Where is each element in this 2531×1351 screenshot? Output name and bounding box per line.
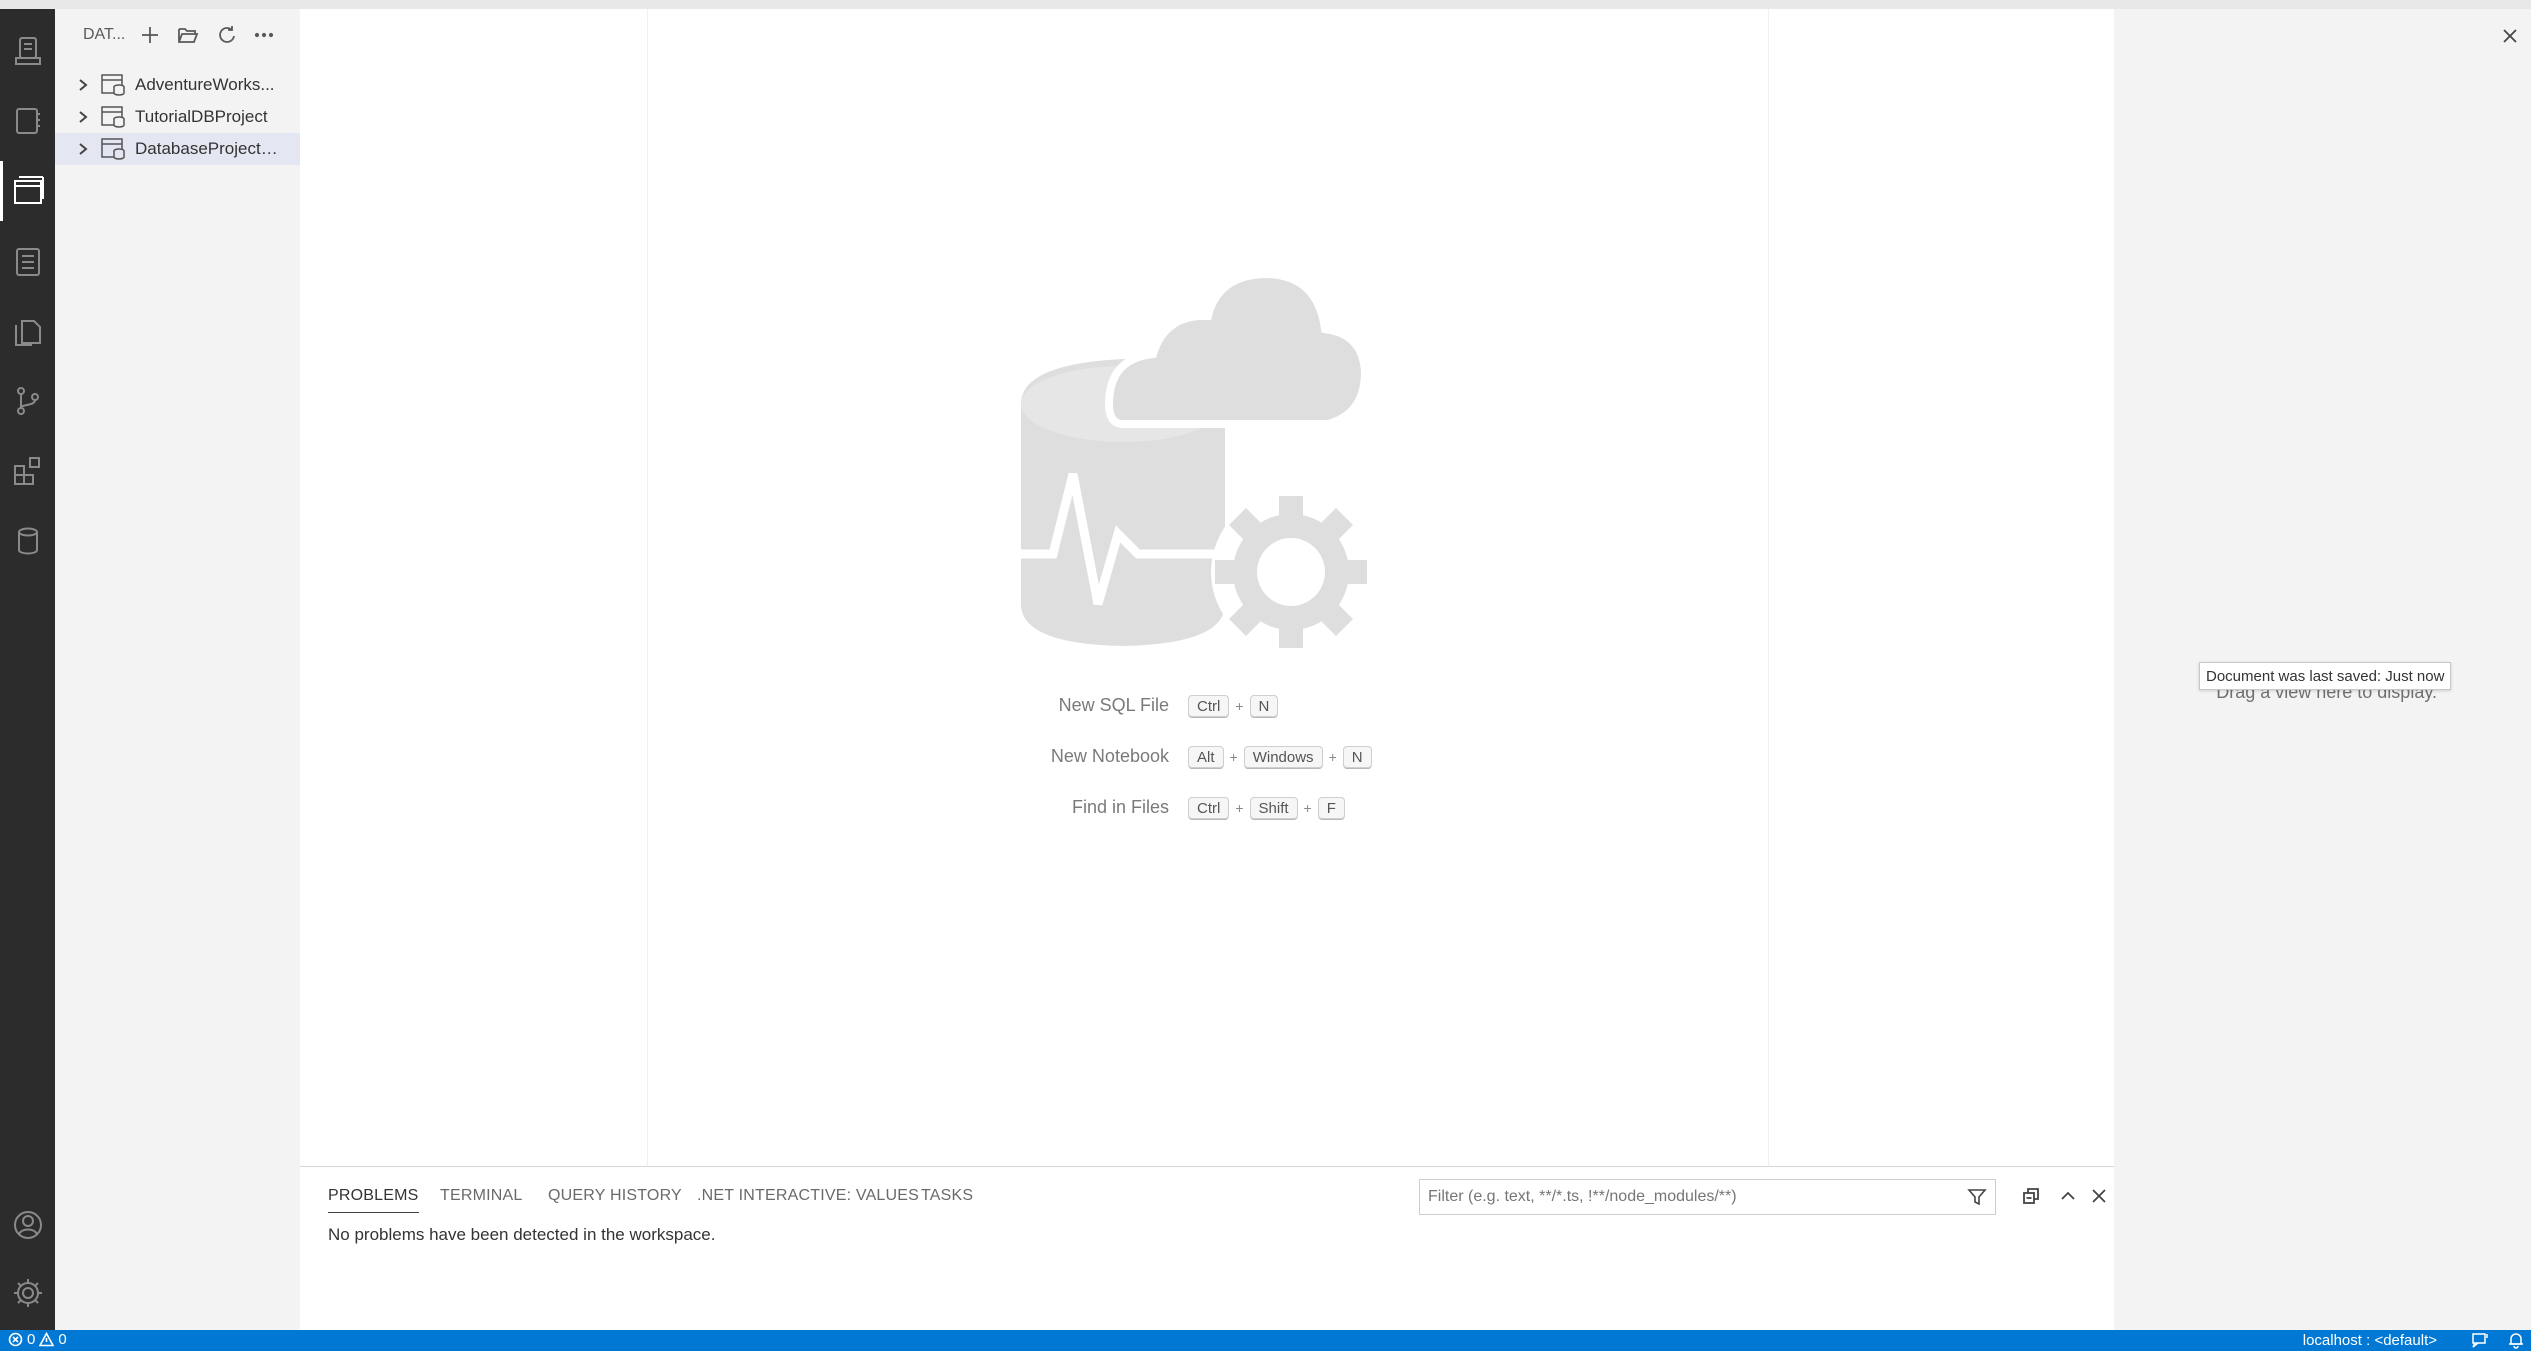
database-icon[interactable] [0,511,55,571]
shortcut-label: Find in Files [1071,797,1169,817]
more-actions-button[interactable] [245,16,283,54]
warning-count: 0 [58,1331,67,1348]
collapse-all-icon [2023,1188,2039,1204]
database-project-icon [101,137,127,161]
shortcut-new-notebook[interactable]: New Notebook Alt + Windows + N [300,742,2114,772]
shortcut-keys: Alt + Windows + N [1188,742,1372,772]
tab-query-history[interactable]: QUERY HISTORY [548,1187,682,1205]
plus-icon [142,27,158,43]
sidebar-title: DAT... [83,26,126,43]
chevron-right-icon[interactable] [73,139,93,159]
azure-data-studio-watermark-icon [1021,269,1371,652]
tree-item-label: DatabaseProjectT... [135,139,279,158]
editor-guide [1768,9,1769,1166]
plus-separator: + [1235,698,1244,714]
close-icon [2503,29,2517,43]
activity-bar [0,9,55,1330]
notebooks-icon[interactable] [0,91,55,151]
filter-icon[interactable] [1967,1187,1987,1207]
folder-open-icon [178,28,199,43]
close-icon [2092,1189,2106,1203]
database-project-icon [101,105,127,129]
gear-icon[interactable] [0,1263,55,1323]
new-project-button[interactable] [131,16,169,54]
shortcut-label: New SQL File [1058,695,1169,715]
problems-message: No problems have been detected in the wo… [328,1225,716,1244]
keycap: Ctrl [1188,796,1230,820]
sidebar-header: DAT... [55,9,300,61]
keycap: Shift [1249,796,1298,820]
refresh-button[interactable] [207,16,245,54]
keycap: Windows [1243,745,1323,769]
database-projects-sidebar: DAT... AdventureWorks... TutorialDBProje… [55,9,300,1330]
keycap: N [1249,694,1279,718]
refresh-icon [219,26,235,43]
tasks-icon[interactable] [0,231,55,291]
tree-item-label: TutorialDBProject [135,107,268,126]
plus-separator: + [1303,800,1312,816]
chevron-right-icon[interactable] [73,107,93,127]
error-count: 0 [27,1331,36,1348]
database-projects-icon[interactable] [0,161,55,221]
connections-icon[interactable] [0,21,55,81]
collapse-all-button[interactable] [2018,1183,2044,1209]
connection-status[interactable]: localhost : <default> [2303,1332,2437,1349]
tab-problems[interactable]: PROBLEMS [328,1187,419,1213]
open-project-button[interactable] [169,16,207,54]
status-bar: 0 0 localhost : <default> [0,1330,2531,1351]
tab-net-interactive-values[interactable]: .NET INTERACTIVE: VALUES [697,1187,919,1205]
shortcut-keys: Ctrl + Shift + F [1188,793,1345,823]
plus-separator: + [1235,800,1244,816]
keycap: Ctrl [1188,694,1230,718]
keycap: N [1342,745,1372,769]
close-secondary-bar-button[interactable] [2497,23,2523,49]
accounts-icon[interactable] [0,1195,55,1255]
editor-guide [647,9,648,1166]
error-icon [8,1332,23,1347]
plus-separator: + [1328,749,1337,765]
tab-terminal[interactable]: TERMINAL [440,1187,523,1205]
chevron-right-icon[interactable] [73,75,93,95]
title-strip [0,0,2531,9]
editor-area[interactable]: New SQL File Ctrl + N New Notebook Alt +… [300,9,2114,1166]
shortcut-new-sql-file[interactable]: New SQL File Ctrl + N [300,691,2114,721]
last-saved-tooltip: Document was last saved: Just now [2199,662,2452,690]
problems-filter [1419,1179,1996,1215]
keycap: Alt [1188,745,1224,769]
notifications-icon[interactable] [2507,1332,2525,1349]
keycap: F [1317,796,1345,820]
tree-item-label: AdventureWorks... [135,75,275,94]
tree-item-tutorialdbproject[interactable]: TutorialDBProject [55,101,300,133]
app-window: DAT... AdventureWorks... TutorialDBProje… [0,0,2531,1351]
maximize-panel-button[interactable] [2055,1183,2081,1209]
bottom-panel: PROBLEMS TERMINAL QUERY HISTORY .NET INT… [300,1166,2114,1330]
warning-icon [39,1332,55,1347]
chevron-up-icon [2061,1191,2075,1200]
tree-item-adventureworks[interactable]: AdventureWorks... [55,69,300,101]
feedback-icon[interactable] [2471,1332,2489,1349]
plus-separator: + [1229,749,1238,765]
shortcut-find-in-files[interactable]: Find in Files Ctrl + Shift + F [300,793,2114,823]
extensions-icon[interactable] [0,441,55,501]
ellipsis-icon [254,32,274,38]
close-panel-button[interactable] [2086,1183,2112,1209]
shortcut-keys: Ctrl + N [1188,691,1279,721]
tab-tasks[interactable]: TASKS [921,1187,973,1205]
source-control-icon[interactable] [0,371,55,431]
filter-input[interactable] [1420,1180,1950,1214]
explorer-icon[interactable] [0,301,55,361]
database-project-icon [101,73,127,97]
tree-item-databaseproject[interactable]: DatabaseProjectT... [55,133,300,165]
problems-status[interactable]: 0 0 [8,1331,67,1348]
shortcut-label: New Notebook [1050,746,1169,766]
